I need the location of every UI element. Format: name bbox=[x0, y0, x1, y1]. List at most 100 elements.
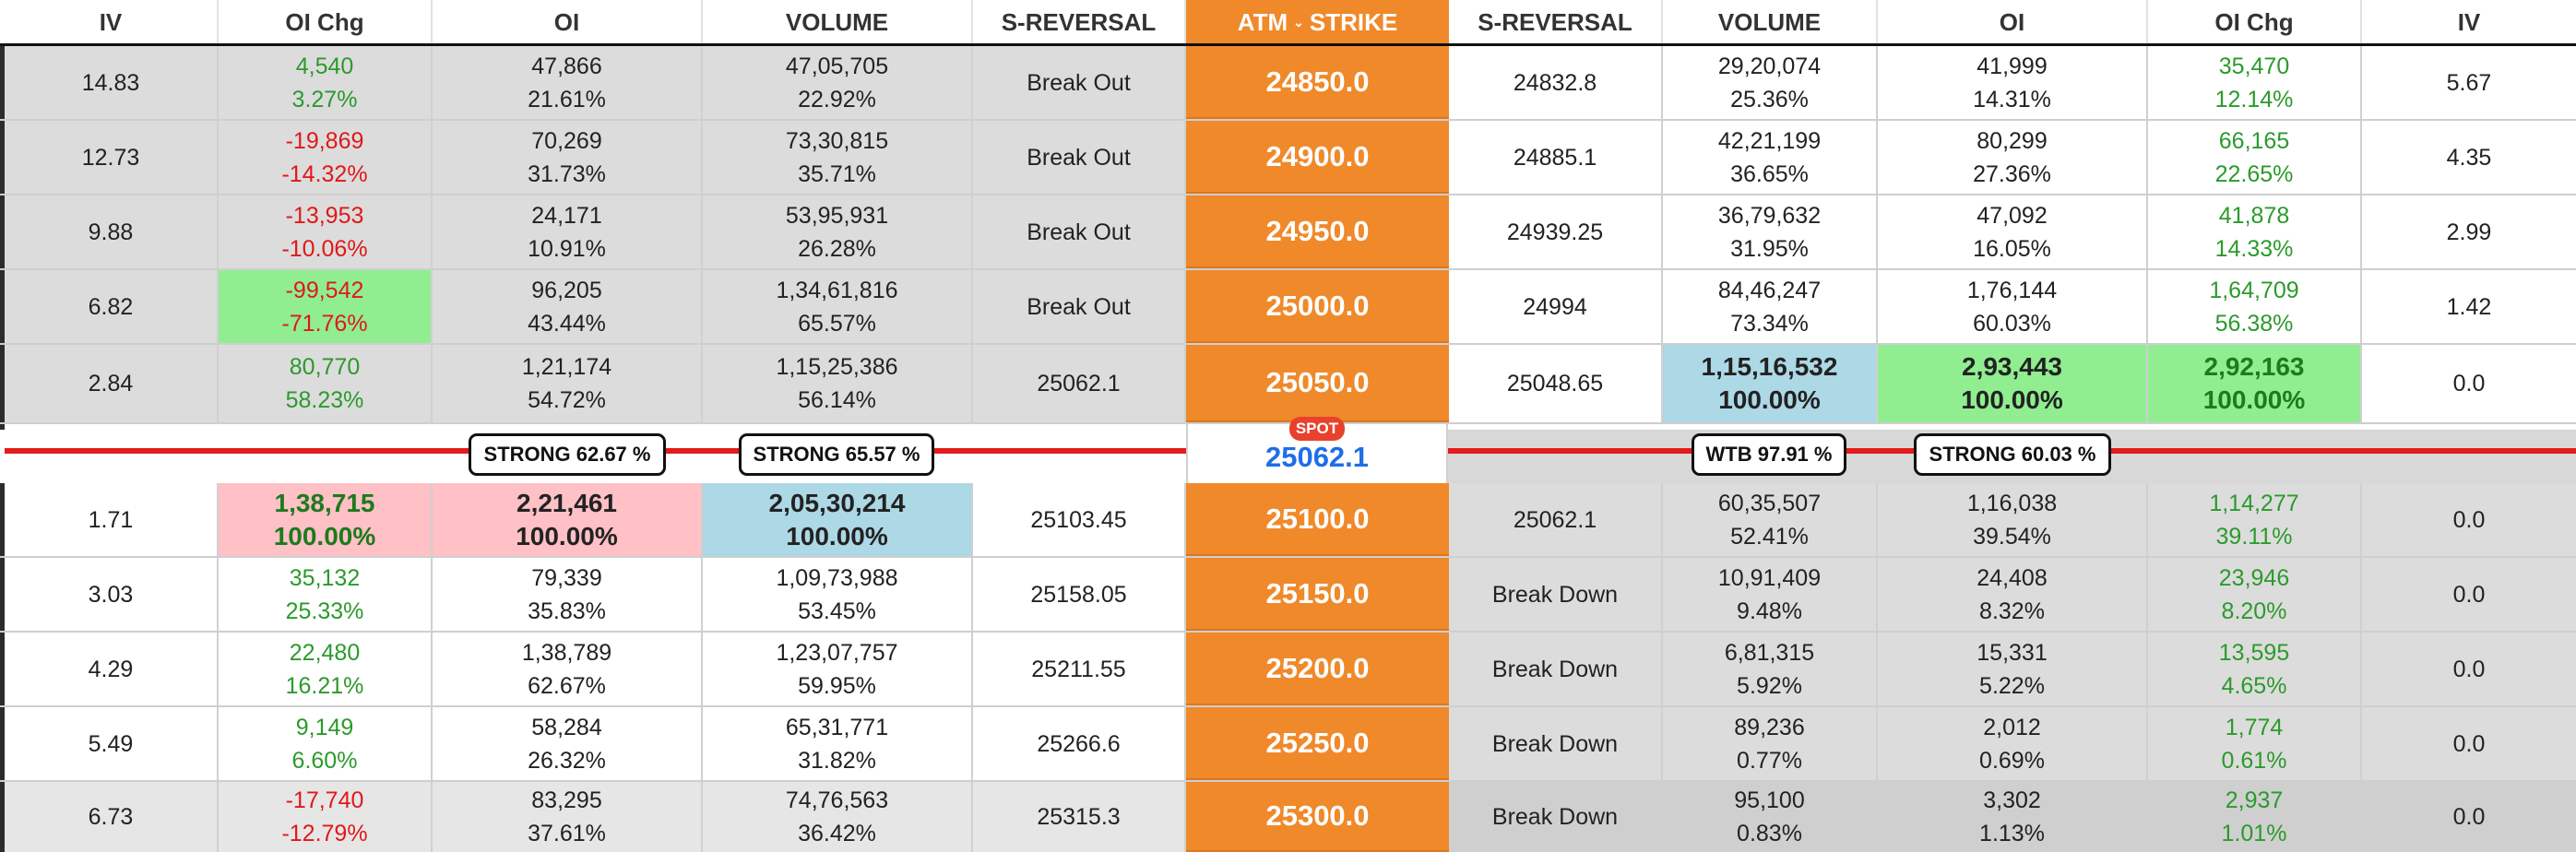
spot-value: 25062.1 bbox=[1264, 441, 1370, 473]
strength-pill: STRONG 65.57 % bbox=[739, 433, 934, 476]
volume-calls: 1,23,07,757 59.95% bbox=[703, 633, 973, 705]
table-row[interactable]: 12.73 -19,869 -14.32% 70,269 31.73% 73,30,… bbox=[0, 121, 2576, 195]
header-sreversal-puts[interactable]: S-REVERSAL bbox=[1449, 0, 1663, 43]
sreversal-calls: Break Out bbox=[973, 46, 1186, 119]
sreversal-calls: 25158.05 bbox=[973, 558, 1186, 631]
oichg-calls: 35,132 25.33% bbox=[219, 558, 433, 631]
sreversal-puts: Break Down bbox=[1449, 633, 1663, 705]
strike-price[interactable]: 24950.0 bbox=[1186, 195, 1449, 268]
oi-calls: 58,284 26.32% bbox=[433, 707, 703, 780]
oichg-calls: 4,540 3.27% bbox=[219, 46, 433, 119]
header-oi-calls[interactable]: OI bbox=[433, 0, 703, 43]
oichg-calls: -19,869 -14.32% bbox=[219, 121, 433, 194]
oi-calls: 24,171 10.91% bbox=[433, 195, 703, 268]
volume-calls: 73,30,815 35.71% bbox=[703, 121, 973, 194]
strike-label: STRIKE bbox=[1309, 7, 1398, 36]
oi-calls-highlight: 2,21,461 100.00% bbox=[433, 483, 703, 556]
volume-puts-highlight: 1,15,16,532 100.00% bbox=[1663, 345, 1878, 422]
table-row[interactable]: 5.49 9,149 6.60% 58,284 26.32% 65,31,771 31… bbox=[0, 707, 2576, 782]
strength-pill: STRONG 60.03 % bbox=[1914, 433, 2111, 476]
volume-calls: 47,05,705 22.92% bbox=[703, 46, 973, 119]
sreversal-calls: 25266.6 bbox=[973, 707, 1186, 780]
header-oi-puts[interactable]: OI bbox=[1878, 0, 2148, 43]
table-row[interactable]: 6.73 -17,740 -12.79% 83,295 37.61% 74,76,5… bbox=[0, 782, 2576, 852]
oichg-puts: 13,595 4.65% bbox=[2148, 633, 2362, 705]
iv-puts: 0.0 bbox=[2362, 483, 2576, 556]
oichg-calls: -13,953 -10.06% bbox=[219, 195, 433, 268]
oi-puts-highlight: 2,93,443 100.00% bbox=[1878, 345, 2148, 422]
strike-price[interactable]: 25200.0 bbox=[1186, 633, 1449, 705]
volume-calls: 1,34,61,816 65.57% bbox=[703, 270, 973, 343]
volume-puts: 10,91,409 9.48% bbox=[1663, 558, 1878, 631]
chevron-down-icon[interactable]: ⌄ bbox=[1293, 6, 1304, 39]
header-oichg-calls[interactable]: OI Chg bbox=[219, 0, 433, 43]
oichg-puts: 1,64,709 56.38% bbox=[2148, 270, 2362, 343]
oichg-puts: 23,946 8.20% bbox=[2148, 558, 2362, 631]
strike-price[interactable]: 25300.0 bbox=[1186, 782, 1449, 852]
header-iv-puts[interactable]: IV bbox=[2362, 0, 2576, 43]
volume-puts: 95,100 0.83% bbox=[1663, 782, 1878, 852]
volume-puts: 36,79,632 31.95% bbox=[1663, 195, 1878, 268]
table-row[interactable]: 4.29 22,480 16.21% 1,38,789 62.67% 1,23,07… bbox=[0, 633, 2576, 707]
iv-puts: 4.35 bbox=[2362, 121, 2576, 194]
oi-puts: 3,302 1.13% bbox=[1878, 782, 2148, 852]
oi-calls: 79,339 35.83% bbox=[433, 558, 703, 631]
strike-price[interactable]: 24850.0 bbox=[1186, 46, 1449, 119]
header-atm-strike[interactable]: ATM ⌄ STRIKE bbox=[1186, 0, 1449, 43]
table-row[interactable]: 2.84 80,770 58.23% 1,21,174 54.72% 1,15,25… bbox=[0, 345, 2576, 424]
oichg-puts: 1,14,277 39.11% bbox=[2148, 483, 2362, 556]
strike-price[interactable]: 25050.0 bbox=[1186, 345, 1449, 422]
volume-calls: 65,31,771 31.82% bbox=[703, 707, 973, 780]
oichg-calls: 22,480 16.21% bbox=[219, 633, 433, 705]
oi-calls: 96,205 43.44% bbox=[433, 270, 703, 343]
oi-calls: 70,269 31.73% bbox=[433, 121, 703, 194]
oi-calls: 1,21,174 54.72% bbox=[433, 345, 703, 422]
atm-label: ATM bbox=[1237, 7, 1288, 36]
table-row[interactable]: 3.03 35,132 25.33% 79,339 35.83% 1,09,73,9… bbox=[0, 558, 2576, 633]
sreversal-puts: Break Down bbox=[1449, 707, 1663, 780]
sreversal-puts: 24939.25 bbox=[1449, 195, 1663, 268]
header-sreversal-calls[interactable]: S-REVERSAL bbox=[973, 0, 1186, 43]
strike-price[interactable]: 25250.0 bbox=[1186, 707, 1449, 780]
iv-puts: 0.0 bbox=[2362, 345, 2576, 422]
oichg-calls-highlight: 1,38,715 100.00% bbox=[219, 483, 433, 556]
table-row[interactable]: 6.82 -99,542 -71.76% 96,205 43.44% 1,34,61… bbox=[0, 270, 2576, 345]
volume-calls: 74,76,563 36.42% bbox=[703, 782, 973, 852]
strike-price[interactable]: 25100.0 bbox=[1186, 483, 1449, 556]
sreversal-calls: 25062.1 bbox=[973, 345, 1186, 422]
sreversal-puts: Break Down bbox=[1449, 782, 1663, 852]
sreversal-calls: 25103.45 bbox=[973, 483, 1186, 556]
table-row[interactable]: 1.71 1,38,715 100.00% 2,21,461 100.00% 2,0… bbox=[0, 483, 2576, 558]
header-iv-calls[interactable]: IV bbox=[5, 0, 219, 43]
iv-puts: 0.0 bbox=[2362, 707, 2576, 780]
oichg-puts: 35,470 12.14% bbox=[2148, 46, 2362, 119]
iv-puts: 5.67 bbox=[2362, 46, 2576, 119]
volume-puts: 84,46,247 73.34% bbox=[1663, 270, 1878, 343]
sreversal-puts: 25062.1 bbox=[1449, 483, 1663, 556]
strike-price[interactable]: 25000.0 bbox=[1186, 270, 1449, 343]
table-header: IV OI Chg OI VOLUME S-REVERSAL ATM ⌄ STR… bbox=[0, 0, 2576, 46]
oi-calls: 1,38,789 62.67% bbox=[433, 633, 703, 705]
header-oichg-puts[interactable]: OI Chg bbox=[2148, 0, 2362, 43]
strike-price[interactable]: 24900.0 bbox=[1186, 121, 1449, 194]
sreversal-puts: 24994 bbox=[1449, 270, 1663, 343]
sreversal-calls: Break Out bbox=[973, 195, 1186, 268]
table-row[interactable]: 14.83 4,540 3.27% 47,866 21.61% 47,05,705 2… bbox=[0, 46, 2576, 121]
oichg-puts-highlight: 2,92,163 100.00% bbox=[2148, 345, 2362, 422]
iv-calls: 2.84 bbox=[5, 345, 219, 422]
volume-puts: 60,35,507 52.41% bbox=[1663, 483, 1878, 556]
oichg-puts: 41,878 14.33% bbox=[2148, 195, 2362, 268]
iv-puts: 0.0 bbox=[2362, 633, 2576, 705]
sreversal-calls: 25211.55 bbox=[973, 633, 1186, 705]
spot-badge: SPOT bbox=[1289, 417, 1345, 441]
iv-calls: 6.73 bbox=[5, 782, 219, 852]
iv-puts: 0.0 bbox=[2362, 558, 2576, 631]
iv-puts: 2.99 bbox=[2362, 195, 2576, 268]
header-volume-calls[interactable]: VOLUME bbox=[703, 0, 973, 43]
iv-calls: 1.71 bbox=[5, 483, 219, 556]
strike-price[interactable]: 25150.0 bbox=[1186, 558, 1449, 631]
iv-calls: 4.29 bbox=[5, 633, 219, 705]
oi-puts: 2,012 0.69% bbox=[1878, 707, 2148, 780]
table-row[interactable]: 9.88 -13,953 -10.06% 24,171 10.91% 53,95,9… bbox=[0, 195, 2576, 270]
header-volume-puts[interactable]: VOLUME bbox=[1663, 0, 1878, 43]
